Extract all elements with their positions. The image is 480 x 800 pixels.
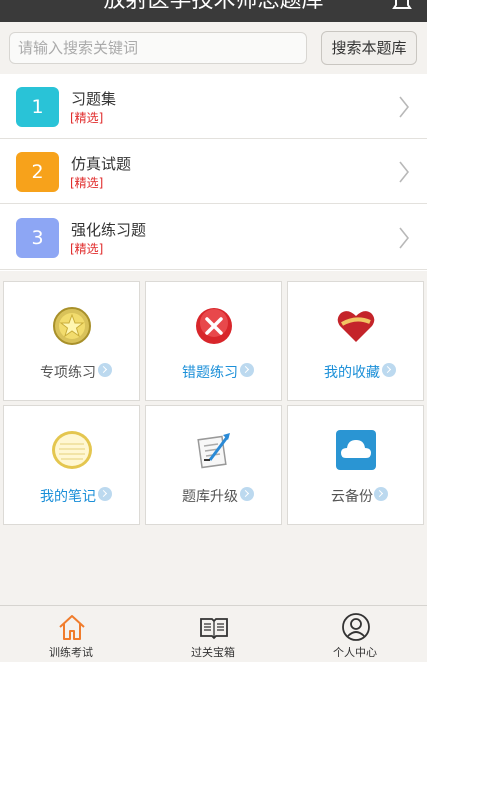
featured-tag: [精选] (70, 176, 104, 190)
chevron-right-icon (399, 96, 409, 118)
arrow-circle-icon (98, 363, 112, 377)
number-badge: 2 (16, 152, 59, 192)
cloud-icon (336, 430, 376, 470)
notepad-icon (52, 431, 92, 469)
nav-item-personal-center[interactable]: 个人中心 (284, 606, 426, 662)
search-bar: 请输入搜索关键词 搜索本题库 (0, 22, 427, 74)
tile-upgrade[interactable]: 题库升级 (145, 405, 282, 525)
chevron-right-icon (399, 227, 409, 249)
arrow-circle-icon (240, 363, 254, 377)
nav-label: 个人中心 (333, 646, 377, 659)
list-item-title: 强化练习题 (71, 221, 147, 239)
search-input[interactable]: 请输入搜索关键词 (9, 32, 307, 64)
list-item[interactable]: 2 仿真试题 [精选] (0, 139, 427, 204)
nav-item-treasure-box[interactable]: 过关宝箱 (142, 606, 284, 662)
tile-label: 我的收藏 (324, 365, 380, 381)
title-bar: 放射医学技术师总题库 (0, 0, 427, 22)
number-badge: 1 (16, 87, 59, 127)
question-set-list: 1 习题集 [精选] 2 仿真试题 [精选] 3 强化练习题 [精选] (0, 74, 427, 271)
document-arrow-icon (197, 433, 230, 469)
arrow-circle-icon (374, 487, 388, 501)
bottom-nav: 训练考试 过关宝箱 个人中心 (0, 605, 427, 662)
featured-tag: [精选] (70, 242, 104, 256)
nav-label: 过关宝箱 (191, 646, 235, 659)
tile-notes[interactable]: 我的笔记 (3, 405, 140, 525)
chevron-right-icon (399, 161, 409, 183)
search-button[interactable]: 搜索本题库 (321, 31, 417, 65)
user-icon (342, 613, 370, 641)
tile-label: 错题练习 (182, 365, 238, 381)
tile-label: 专项练习 (40, 365, 96, 381)
number-badge: 3 (16, 218, 59, 258)
tile-favorites[interactable]: 我的收藏 (287, 281, 424, 401)
red-x-icon (196, 308, 232, 344)
bell-icon[interactable] (389, 0, 415, 14)
page-title: 放射医学技术师总题库 (103, 0, 324, 13)
tile-wrong-practice[interactable]: 错题练习 (145, 281, 282, 401)
list-item-title: 习题集 (71, 90, 117, 108)
tile-label: 云备份 (331, 489, 373, 505)
tile-label: 我的笔记 (40, 489, 96, 505)
feature-grid: 专项练习 错题练习 我的收藏 我的笔记 题库升级 云备份 (3, 281, 424, 525)
home-icon (59, 615, 85, 640)
nav-item-training-exam[interactable]: 训练考试 (0, 606, 142, 662)
nav-label: 训练考试 (49, 646, 93, 659)
star-badge-icon (53, 307, 91, 345)
tile-cloud-backup[interactable]: 云备份 (287, 405, 424, 525)
list-item[interactable]: 1 习题集 [精选] (0, 74, 427, 139)
tile-label: 题库升级 (182, 489, 238, 505)
arrow-circle-icon (382, 363, 396, 377)
arrow-circle-icon (240, 487, 254, 501)
arrow-circle-icon (98, 487, 112, 501)
list-item-title: 仿真试题 (71, 155, 132, 173)
tile-special-practice[interactable]: 专项练习 (3, 281, 140, 401)
list-item[interactable]: 3 强化练习题 [精选] (0, 205, 427, 270)
book-icon (200, 618, 228, 640)
app-screen: 放射医学技术师总题库 请输入搜索关键词 搜索本题库 1 习题集 [精选] 2 仿… (0, 0, 427, 662)
heart-icon (337, 311, 375, 342)
featured-tag: [精选] (70, 111, 104, 125)
